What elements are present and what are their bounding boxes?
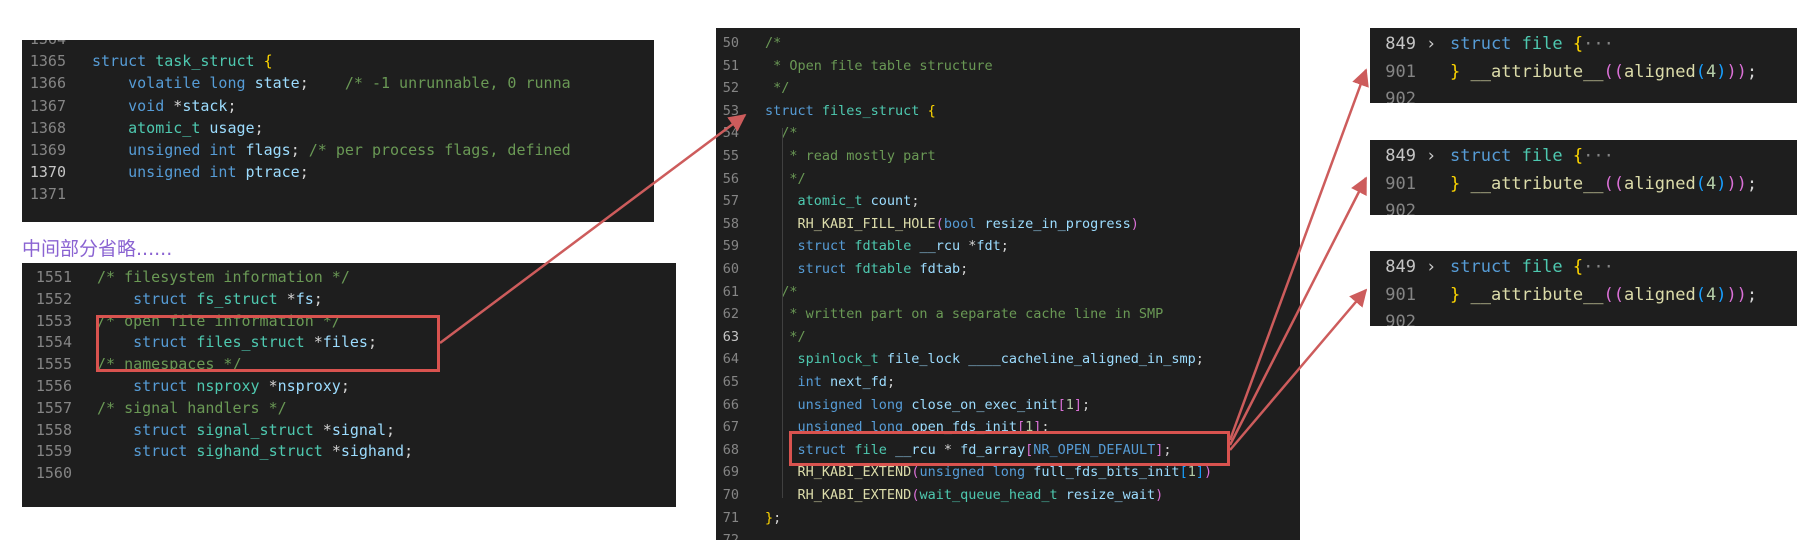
connector-arrows <box>439 68 1369 451</box>
arrow-files-to-files-struct <box>439 113 747 345</box>
arrow-fd-array-to-file-1 <box>1228 68 1369 441</box>
arrow-fd-array-to-file-2 <box>1228 176 1368 446</box>
